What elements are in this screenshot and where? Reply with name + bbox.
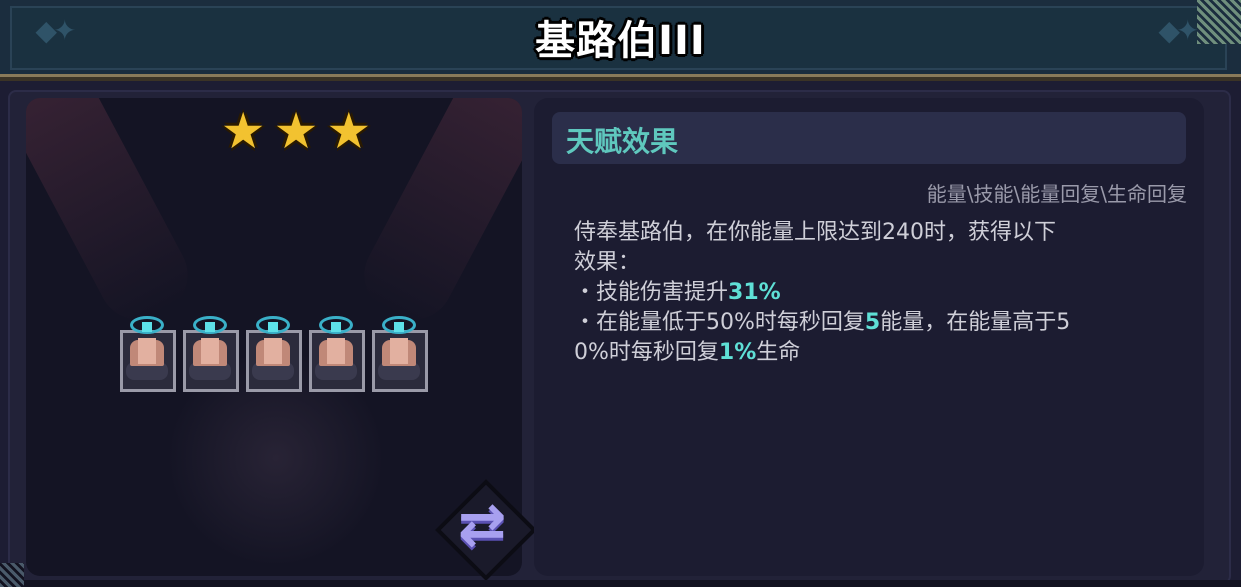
desc-bullet: ・在能量低于50%时每秒回复5能量，在能量高于5 xyxy=(574,310,1071,335)
talent-description: 侍奉基路伯，在你能量上限达到240时，获得以下 效果： ・技能伤害提升31% ・… xyxy=(574,218,1174,368)
spotlight-beam xyxy=(26,98,202,334)
cherub-unit-icon xyxy=(244,316,302,392)
cherub-unit-icon xyxy=(118,316,176,392)
swap-arrows-icon: ⇄ xyxy=(457,490,507,558)
unit-row xyxy=(118,316,428,392)
desc-bullet: ・技能伤害提升31% xyxy=(574,280,781,305)
talent-tags: 能量\技能\能量回复\生命回复 xyxy=(926,182,1187,206)
swap-button[interactable]: ⇄ xyxy=(432,476,537,581)
highlight-value: 1% xyxy=(718,340,757,365)
corner-pattern xyxy=(0,563,24,587)
talent-title: 天赋效果 xyxy=(566,125,679,158)
page-title: 基路伯III xyxy=(535,18,706,64)
title-bar: ◆✦ ◆✦ 基路伯III xyxy=(0,0,1241,77)
highlight-value: 31% xyxy=(728,280,781,305)
desc-line: 侍奉基路伯，在你能量上限达到240时，获得以下 xyxy=(574,220,1056,245)
desc-line: 0%时每秒回复1%生命 xyxy=(574,340,801,365)
star-icon: ★ xyxy=(220,102,266,160)
talent-header: 天赋效果 xyxy=(552,112,1186,164)
cherub-unit-icon xyxy=(370,316,428,392)
desc-line: 效果： xyxy=(574,250,641,275)
cherub-unit-icon xyxy=(181,316,239,392)
star-rating: ★ ★ ★ xyxy=(186,106,406,156)
highlight-value: 5 xyxy=(864,310,881,335)
cherub-unit-icon xyxy=(307,316,365,392)
star-icon: ★ xyxy=(326,102,372,160)
star-icon: ★ xyxy=(273,102,319,160)
bottom-border xyxy=(0,580,1241,587)
